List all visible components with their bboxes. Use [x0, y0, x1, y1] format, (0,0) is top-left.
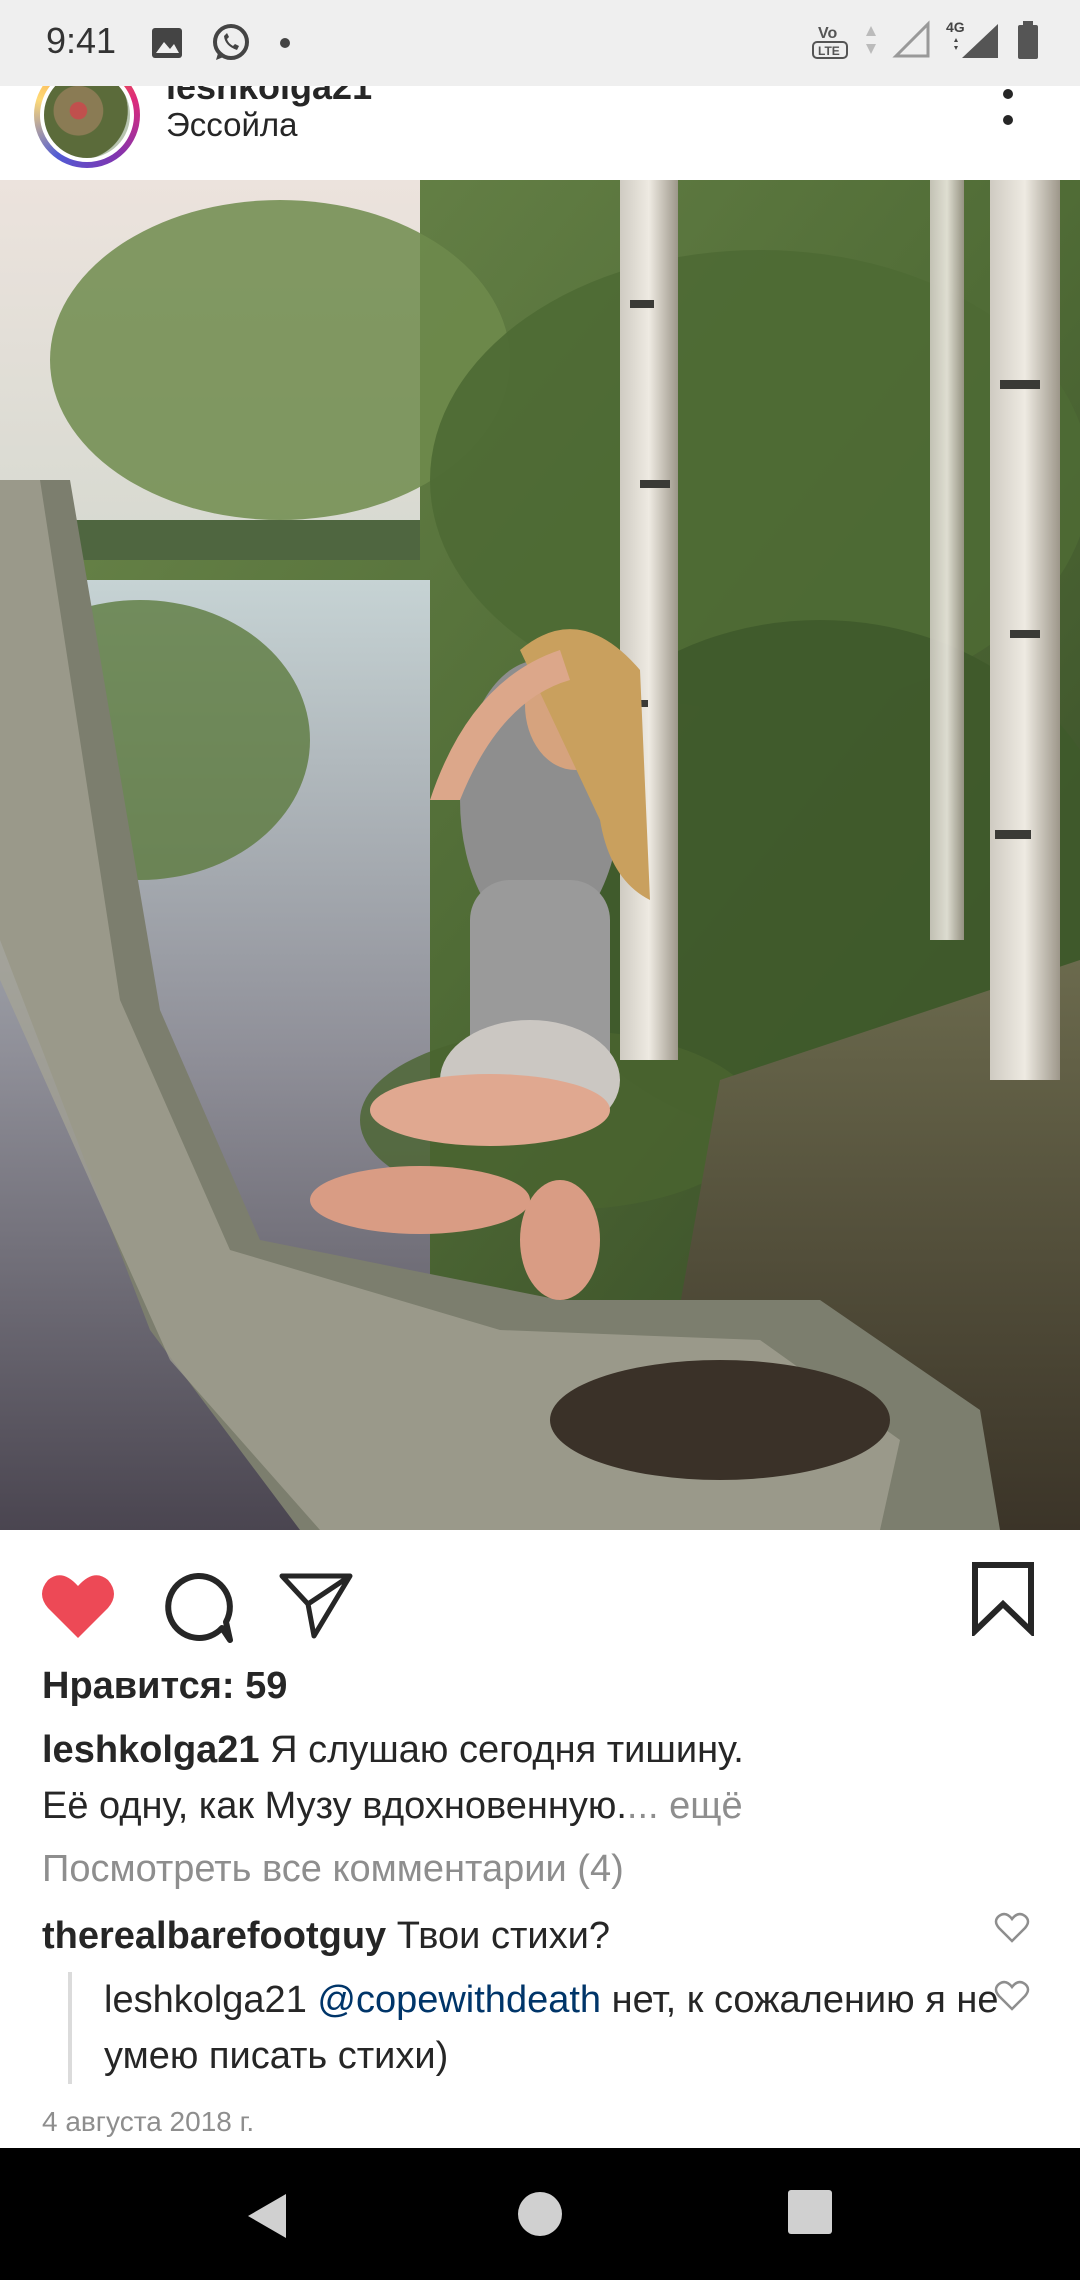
comment-icon[interactable]	[160, 1570, 236, 1646]
share-icon[interactable]	[278, 1570, 354, 1640]
reply-like-icon[interactable]	[994, 1980, 1030, 2012]
caption-more-link[interactable]: ещё	[669, 1785, 743, 1827]
signal-empty-icon	[892, 20, 930, 58]
recents-square-icon[interactable]	[786, 2188, 834, 2236]
home-circle-icon[interactable]	[514, 2188, 566, 2240]
action-bar	[0, 1530, 1080, 1660]
battery-icon	[1018, 21, 1038, 59]
back-triangle-icon[interactable]	[240, 2188, 296, 2244]
post-location[interactable]: Эссойла	[166, 106, 297, 144]
caption: leshkolga21 Я слушаю сегодня тишину. Её …	[42, 1722, 1042, 1834]
more-options-icon[interactable]	[996, 86, 1020, 136]
post-photo[interactable]	[0, 180, 1080, 1530]
reply-username[interactable]: leshkolga21	[104, 1979, 307, 2021]
status-icons-right: Vo LTE 4G	[810, 18, 1040, 62]
caption-line1: Я слушаю сегодня тишину.	[270, 1729, 744, 1771]
comment-item: therealbarefootguy Твои стихи?	[42, 1908, 972, 1964]
likes-count[interactable]: Нравится: 59	[42, 1665, 287, 1708]
view-all-comments-link[interactable]: Посмотреть все комментарии (4)	[42, 1848, 624, 1891]
post-date: 4 августа 2018 г.	[42, 2106, 255, 2137]
caption-ellipsis: ...	[626, 1785, 670, 1827]
reply-item: leshkolga21 @copewithdeath нет, к сожале…	[104, 1972, 1004, 2084]
heart-filled-icon[interactable]	[38, 1570, 118, 1642]
svg-text:LTE: LTE	[818, 44, 840, 58]
comment-like-icon[interactable]	[994, 1912, 1030, 1944]
navigation-bar	[0, 2148, 1080, 2280]
whatsapp-icon	[213, 24, 249, 60]
caption-username[interactable]: leshkolga21	[42, 1729, 260, 1771]
arrows-icon	[866, 26, 876, 54]
volte-icon: Vo LTE	[812, 25, 848, 59]
comment-username[interactable]: therealbarefootguy	[42, 1915, 386, 1957]
reply-thread: leshkolga21 @copewithdeath нет, к сожале…	[68, 1972, 1004, 2084]
dot-icon	[280, 38, 290, 48]
avatar[interactable]	[40, 86, 134, 162]
comment-text: Твои стихи?	[396, 1915, 610, 1957]
image-icon	[152, 28, 182, 58]
reply-mention[interactable]: @copewithdeath	[317, 1979, 601, 2021]
svg-text:Vo: Vo	[818, 25, 837, 42]
bookmark-icon[interactable]	[970, 1560, 1036, 1636]
avatar-ring[interactable]	[34, 86, 140, 168]
svg-text:4G: 4G	[946, 19, 965, 35]
status-time: 9:41	[46, 20, 117, 61]
4g-signal-icon: 4G	[946, 19, 998, 58]
status-bar: 9:41 Vo LTE 4G	[0, 0, 1080, 86]
photo-illustration	[0, 180, 1080, 1530]
status-icons-left	[150, 22, 292, 64]
post-username[interactable]: leshkolga21	[166, 86, 372, 108]
caption-line2: Её одну, как Музу вдохновенную.	[42, 1785, 627, 1827]
post-header: leshkolga21 Эссойла	[0, 86, 1080, 180]
